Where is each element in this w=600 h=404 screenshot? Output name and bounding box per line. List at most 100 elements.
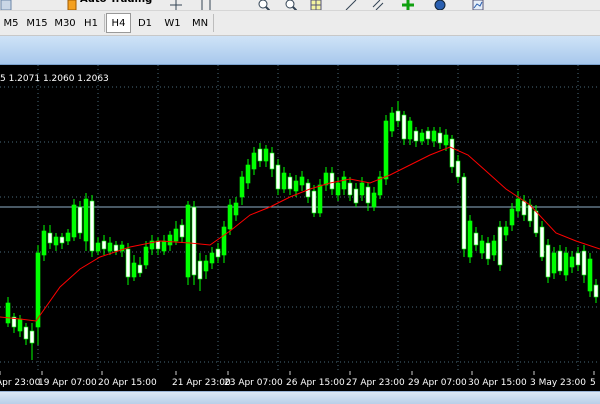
price-chart[interactable]: Apr 23:00 19 Apr 07:00 20 Apr 15:00 21 Apr … [0,65,600,391]
chart-template-icon[interactable] [472,0,484,10]
candle-body [407,120,413,140]
candle-body [569,256,575,268]
candle-body [335,182,341,196]
chart-window-titlebar[interactable] [0,36,600,65]
candle-body [503,226,509,236]
zoom-out-icon[interactable] [285,0,298,10]
candle-body [77,206,83,234]
candle-body [161,240,167,252]
history-icon[interactable] [434,0,446,10]
new-order-icon[interactable] [402,0,414,10]
candle-body [467,220,473,258]
x-axis-label: 23 Apr 07:00 [224,378,283,388]
candle-body [269,152,275,170]
autotrading-button[interactable]: Auto Trading [80,0,152,8]
candle-body [185,204,191,278]
x-axis-label: 27 Apr 23:00 [346,378,405,388]
x-axis-label: 5 [590,378,596,388]
candle-body [341,176,347,190]
candle-body [47,232,53,244]
candle-body [131,262,137,278]
timeframe-button-m5[interactable]: M5 [0,13,22,33]
candle-body [263,148,269,162]
candle-body [233,202,239,216]
candle-body [491,240,497,256]
candle-body [203,260,209,272]
x-axis-label: 3 May 23:00 [530,378,586,388]
candle-body [563,252,569,276]
candle-body [365,186,371,204]
candle-body [83,198,89,242]
candle-body [329,172,335,190]
candle-body [311,190,317,214]
candle-body [455,160,461,178]
candle-body [95,242,101,252]
channel-tool-icon[interactable] [372,0,384,10]
candle-body [167,234,173,246]
candle-body [107,242,113,252]
candlestick-chart: Apr 23:0019 Apr 07:00 20 Apr 15:00 21 Apr … [0,65,600,388]
timeframe-button-m15[interactable]: M15 [24,13,50,33]
candle-body [545,244,551,278]
candle-body [353,188,359,204]
candle-body [23,326,29,340]
top-toolbar: Auto Trading [0,0,600,11]
tile-windows-icon[interactable] [310,0,322,10]
autotrading-icon[interactable] [66,0,78,10]
candle-body [359,182,365,196]
candle-body [479,240,485,254]
candle-body [437,132,443,144]
candle-body [239,176,245,198]
period-separator-icon[interactable] [200,0,212,10]
candle-body [227,204,233,230]
x-axis-label: 19 Apr 07:00 [38,378,97,388]
candle-body [443,134,449,146]
candle-body [113,244,119,252]
candle-body [41,230,47,256]
candle-body [419,132,425,142]
candle-body [275,164,281,190]
candle-body [383,120,389,180]
candle-body [581,250,587,276]
zoom-in-icon[interactable] [258,0,271,10]
timeframe-button-m30[interactable]: M30 [52,13,78,33]
candle-body [515,198,521,212]
candle-body [449,138,455,168]
crosshair-icon[interactable] [170,0,182,10]
candle-body [299,176,305,186]
candle-body [587,258,593,292]
candle-body [413,130,419,142]
chart-horizontal-scrollbar[interactable] [0,391,600,404]
candle-body [65,232,71,242]
candle-body [527,204,533,222]
candle-body [125,248,131,278]
timeframe-button-w1[interactable]: W1 [160,13,185,33]
candle-body [155,240,161,250]
candle-body [5,302,11,324]
toolbar-separator [213,14,214,32]
candle-body [197,260,203,280]
candle-body [29,330,35,344]
x-axis-label: 30 Apr 15:00 [468,378,527,388]
timeframe-button-h1[interactable]: H1 [80,13,102,33]
candle-body [209,252,215,264]
candle-body [401,114,407,140]
candle-body [221,226,227,256]
candle-body [53,236,59,246]
line-tool-icon[interactable] [345,0,357,10]
timeframe-button-h4[interactable]: H4 [106,13,131,33]
candle-body [593,284,599,298]
candle-body [59,236,65,244]
timeframe-button-mn[interactable]: MN [187,13,213,33]
candle-body [173,228,179,242]
candle-body [557,250,563,272]
candle-body [521,200,527,216]
timeframe-button-d1[interactable]: D1 [133,13,157,33]
x-axis-label: 21 Apr 23:00 [172,378,231,388]
candle-body [71,204,77,238]
candle-body [485,242,491,260]
candle-body [17,318,23,332]
toolbar-button-icon[interactable] [0,0,12,10]
candle-body [425,130,431,140]
candle-body [215,248,221,258]
